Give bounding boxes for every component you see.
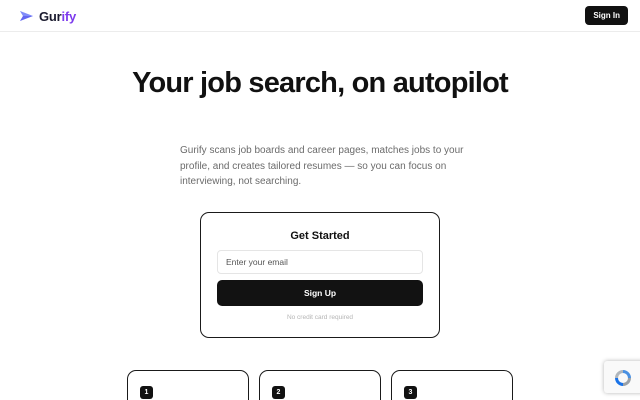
email-input[interactable] xyxy=(217,250,423,274)
step-number-badge: 1 xyxy=(140,386,153,399)
brand-name: Gurify xyxy=(39,9,76,24)
step-card-1: 1 xyxy=(127,370,249,400)
brand-logo[interactable]: Gurify xyxy=(18,7,76,25)
hero-title: Your job search, on autopilot xyxy=(132,67,509,99)
hero-subtitle: Gurify scans job boards and career pages… xyxy=(180,145,464,187)
recaptcha-icon xyxy=(615,370,631,386)
step-card-3: 3 xyxy=(391,370,513,400)
brand-name-part-2: ify xyxy=(61,8,77,24)
recaptcha-badge[interactable] xyxy=(604,361,640,393)
no-credit-card-note: No credit card required xyxy=(286,314,354,321)
paper-plane-logo-icon xyxy=(20,11,33,21)
step-card-2: 2 xyxy=(259,370,381,400)
get-started-card: Get Started Sign Up No credit card requi… xyxy=(200,212,440,338)
sign-in-button[interactable]: Sign In xyxy=(585,6,628,25)
top-nav-bar: Gurify Sign In xyxy=(0,0,640,32)
brand-name-part-1: Gur xyxy=(39,8,62,24)
step-number-badge: 2 xyxy=(272,386,285,399)
card-title: Get Started xyxy=(290,230,350,242)
sign-up-button[interactable]: Sign Up xyxy=(217,280,423,306)
step-number-badge: 3 xyxy=(404,386,417,399)
